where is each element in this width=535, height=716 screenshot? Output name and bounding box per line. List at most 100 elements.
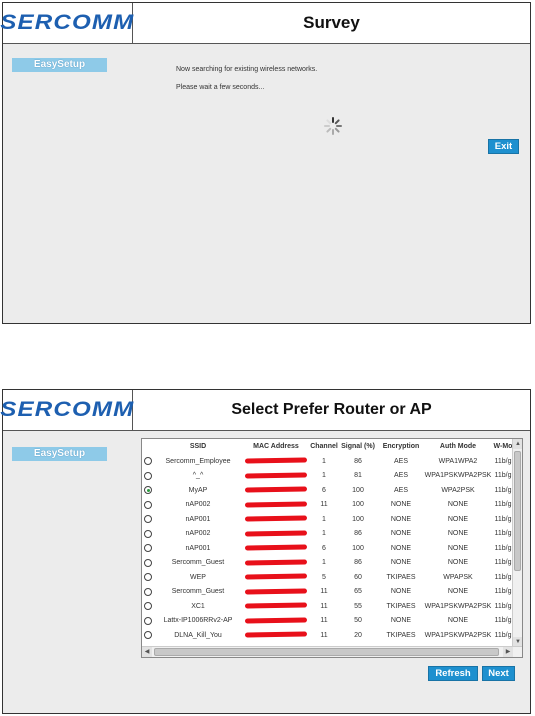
horizontal-scroll-thumb[interactable] xyxy=(154,648,499,656)
ssid-cell: Sercomm_Guest xyxy=(171,588,225,596)
horizontal-scrollbar[interactable]: ◀ ▶ xyxy=(142,646,522,657)
auth-mode-cell: WPA1PSKWPA2PSK xyxy=(424,602,492,610)
scroll-right-icon[interactable]: ▶ xyxy=(503,647,513,657)
row-select-cell[interactable] xyxy=(142,556,154,571)
table-row[interactable]: Lattx-IP1006RRv2-AP 11 50 NONE NONE 11b/g xyxy=(142,614,514,629)
network-radio-button[interactable] xyxy=(144,515,152,524)
select-header: SERCOMM Select Prefer Router or AP xyxy=(0,390,530,431)
table-row[interactable]: nAP002 11 100 NONE NONE 11b/g xyxy=(142,498,514,513)
mac-address-cell xyxy=(242,498,310,513)
network-radio-button[interactable] xyxy=(144,457,152,466)
network-radio-button[interactable] xyxy=(144,558,152,567)
channel-cell: 5 xyxy=(322,573,326,581)
row-select-cell[interactable] xyxy=(142,541,154,556)
row-select-cell[interactable] xyxy=(142,512,154,527)
network-radio-button[interactable] xyxy=(144,616,152,625)
row-select-cell[interactable] xyxy=(142,599,154,614)
row-select-cell[interactable] xyxy=(142,527,154,542)
ssid-cell: Sercomm_Employee xyxy=(165,457,231,465)
redaction-mark xyxy=(244,573,308,580)
row-select-cell[interactable] xyxy=(142,570,154,585)
auth-mode-cell: WPA2PSK xyxy=(441,486,475,494)
table-row[interactable]: MyAP 6 100 AES WPA2PSK 11b/g xyxy=(142,483,514,498)
encryption-cell: NONE xyxy=(390,515,412,523)
row-select-cell[interactable] xyxy=(142,483,154,498)
table-row[interactable]: Sercomm_Guest 1 86 NONE NONE 11b/g xyxy=(142,556,514,571)
wireless-mode-cell: 11b/g xyxy=(494,515,512,523)
table-row[interactable]: DLNA_Kill_You 11 20 TKIPAES WPA1PSKWPA2PSK 11… xyxy=(142,628,514,643)
table-row[interactable]: nAP001 1 100 NONE NONE 11b/g xyxy=(142,512,514,527)
network-radio-button[interactable] xyxy=(144,631,152,640)
network-table: SSID MAC Address Channel Signal (%) Encrypti… xyxy=(142,439,514,643)
row-select-cell[interactable] xyxy=(142,614,154,629)
next-button[interactable]: Next xyxy=(482,666,515,681)
network-radio-button[interactable] xyxy=(144,486,152,495)
table-row[interactable]: XC1 11 55 TKIPAES WPA1PSKWPA2PSK 11b/g xyxy=(142,599,514,614)
refresh-button[interactable]: Refresh xyxy=(428,666,478,681)
logo-cell: SERCOMM xyxy=(0,390,133,430)
encryption-cell: NONE xyxy=(390,544,412,552)
mac-address-cell xyxy=(242,541,310,556)
network-radio-button[interactable] xyxy=(144,500,152,509)
redaction-mark xyxy=(244,530,308,537)
auth-mode-cell: NONE xyxy=(447,501,469,509)
encryption-cell: TKIPAES xyxy=(386,631,416,639)
signal-cell: 81 xyxy=(354,472,362,480)
table-row[interactable]: nAP002 1 86 NONE NONE 11b/g xyxy=(142,527,514,542)
channel-cell: 1 xyxy=(322,457,326,465)
network-radio-button[interactable] xyxy=(144,573,152,582)
table-row[interactable]: nAP001 6 100 NONE NONE 11b/g xyxy=(142,541,514,556)
mac-address-cell xyxy=(242,570,310,585)
easysetup-nav-button[interactable]: EasySetup xyxy=(12,58,107,72)
wireless-mode-cell: 11b/g xyxy=(494,457,512,465)
network-radio-button[interactable] xyxy=(144,471,152,480)
network-radio-button[interactable] xyxy=(144,544,152,553)
row-select-cell[interactable] xyxy=(142,585,154,600)
auth-mode-cell: WPA1PSKWPA2PSK xyxy=(424,472,492,480)
mac-address-cell xyxy=(242,469,310,484)
exit-button[interactable]: Exit xyxy=(488,139,519,154)
table-row[interactable]: Sercomm_Guest 11 65 NONE NONE 11b/g xyxy=(142,585,514,600)
channel-cell: 6 xyxy=(322,544,326,552)
wireless-mode-cell: 11b/g xyxy=(494,530,512,538)
signal-cell: 55 xyxy=(354,602,362,610)
signal-cell: 65 xyxy=(354,588,362,596)
signal-cell: 100 xyxy=(352,501,364,509)
select-body: EasySetup SSID MAC Address Channel Signal xyxy=(3,431,530,713)
easysetup-nav-button[interactable]: EasySetup xyxy=(12,447,107,461)
network-list[interactable]: SSID MAC Address Channel Signal (%) Encrypti… xyxy=(141,438,523,658)
mac-address-cell xyxy=(242,614,310,629)
network-radio-button[interactable] xyxy=(144,587,152,596)
survey-panel: SERCOMM Survey EasySetup Now searching f… xyxy=(0,2,531,324)
column-header-select xyxy=(142,439,154,454)
column-header: MAC Address xyxy=(253,443,299,450)
redaction-mark xyxy=(244,472,308,479)
ssid-cell: ^_^ xyxy=(192,472,204,480)
scroll-left-icon[interactable]: ◀ xyxy=(142,647,152,657)
table-row[interactable]: ^_^ 1 81 AES WPA1PSKWPA2PSK 11b/g xyxy=(142,469,514,484)
redaction-mark xyxy=(244,457,308,464)
encryption-cell: AES xyxy=(393,486,408,494)
wireless-mode-cell: 11b/g xyxy=(494,559,512,567)
redaction-mark xyxy=(244,486,308,493)
ssid-cell: Lattx-IP1006RRv2-AP xyxy=(163,617,233,625)
auth-mode-cell: NONE xyxy=(447,544,469,552)
network-radio-button[interactable] xyxy=(144,602,152,611)
redaction-mark xyxy=(244,602,308,609)
wireless-mode-cell: 11b/g xyxy=(494,501,512,509)
scroll-up-icon[interactable]: ▲ xyxy=(513,439,522,449)
encryption-cell: NONE xyxy=(390,588,412,596)
network-radio-button[interactable] xyxy=(144,529,152,538)
row-select-cell[interactable] xyxy=(142,628,154,643)
vertical-scroll-thumb[interactable] xyxy=(514,451,521,571)
table-row[interactable]: WEP 5 60 TKIPAES WPAPSK 11b/g xyxy=(142,570,514,585)
row-select-cell[interactable] xyxy=(142,454,154,469)
redaction-mark xyxy=(244,631,308,638)
redaction-mark xyxy=(244,559,308,566)
table-row[interactable]: Sercomm_Employee 1 86 AES WPA1WPA2 11b/g xyxy=(142,454,514,469)
vertical-scrollbar[interactable]: ▲ ▼ xyxy=(512,439,522,647)
signal-cell: 20 xyxy=(354,631,362,639)
row-select-cell[interactable] xyxy=(142,498,154,513)
row-select-cell[interactable] xyxy=(142,469,154,484)
signal-cell: 86 xyxy=(354,457,362,465)
